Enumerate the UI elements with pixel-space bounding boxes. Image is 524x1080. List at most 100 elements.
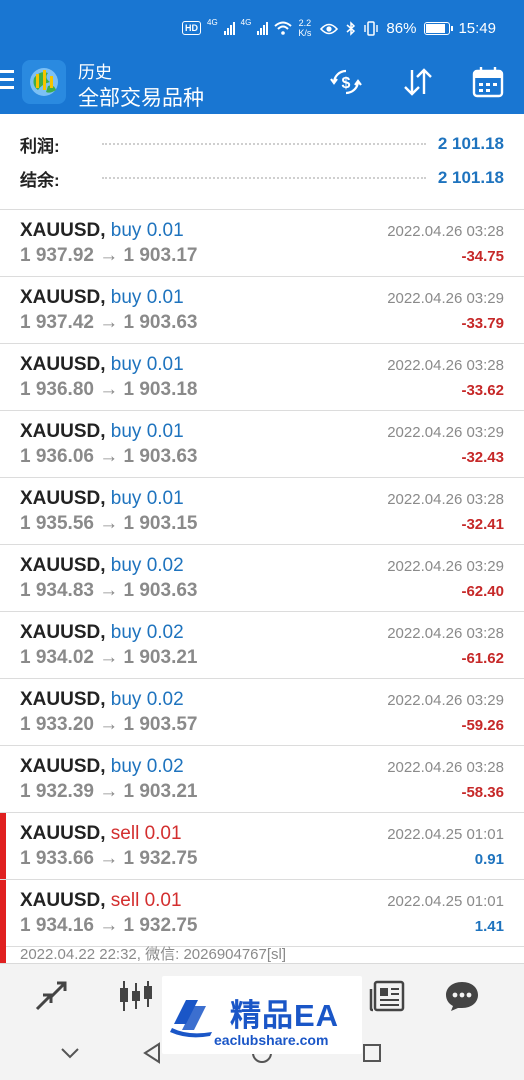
trade-symbol: XAUUSD, buy 0.02 [20, 622, 184, 644]
battery-percent: 86% [386, 20, 417, 37]
sort-icon [404, 68, 432, 96]
symbol-name: XAUUSD, [20, 421, 106, 442]
bluetooth-icon [346, 21, 356, 36]
order-comment: 2022.04.22 22:32, 微信: 2026904767[sl] [20, 946, 287, 963]
trade-row[interactable]: XAUUSD, buy 0.01 1 935.56 → 1 903.15 2022.… [0, 478, 524, 545]
trade-row[interactable]: XAUUSD, sell 0.01 1 933.66 → 1 932.75 2022… [0, 813, 524, 880]
trade-row[interactable]: XAUUSD, buy 0.01 1 936.06 → 1 903.63 2022.… [0, 411, 524, 478]
trade-row[interactable]: XAUUSD, buy 0.01 1 936.80 → 1 903.18 2022.… [0, 344, 524, 411]
trade-type-volume: sell 0.01 [110, 890, 182, 911]
network-speed-unit: K/s [298, 28, 312, 38]
calendar-icon [472, 67, 504, 98]
network-speed: 2.2 K/s [298, 18, 311, 38]
trade-row[interactable]: XAUUSD, sell 0.01 1 934.16 → 1 932.75 2022… [0, 880, 524, 947]
trade-symbol: XAUUSD, buy 0.01 [20, 488, 184, 510]
trade-symbol: XAUUSD, buy 0.02 [20, 756, 184, 778]
trade-type-volume: sell 0.01 [110, 823, 182, 844]
trade-row[interactable]: XAUUSD, buy 0.02 1 932.39 → 1 903.21 2022.… [0, 746, 524, 813]
dotted-leader [102, 143, 426, 145]
battery-icon [424, 22, 454, 35]
trade-prices: 1 932.39 → 1 903.21 [20, 781, 198, 802]
candlestick-chart-icon [120, 981, 152, 1011]
recents-button[interactable] [360, 1041, 384, 1065]
trade-type-volume: buy 0.01 [110, 488, 184, 509]
trade-type-volume: buy 0.02 [110, 555, 184, 576]
screen-title: 历史 [78, 63, 112, 82]
trade-time: 2022.04.26 03:29 [387, 424, 504, 441]
trade-type-volume: buy 0.01 [110, 287, 184, 308]
currency-filter-button[interactable]: $ [326, 62, 366, 102]
tab-charts[interactable] [114, 976, 158, 1016]
sim1-tag: 4G [207, 18, 218, 27]
trade-profit: -58.36 [461, 784, 504, 801]
trade-profit: -34.75 [461, 248, 504, 265]
trade-profit: -32.41 [461, 516, 504, 533]
trade-time: 2022.04.26 03:29 [387, 692, 504, 709]
hide-keyboard-button[interactable] [58, 1041, 82, 1065]
trade-row[interactable]: XAUUSD, buy 0.01 1 937.42 → 1 903.63 2022.… [0, 277, 524, 344]
symbol-filter-title[interactable]: 全部交易品种 [78, 82, 204, 112]
trade-time: 2022.04.26 03:28 [387, 223, 504, 240]
trade-row[interactable]: XAUUSD, buy 0.01 1 937.92 → 1 903.17 2022.… [0, 210, 524, 277]
tab-chat[interactable] [440, 976, 484, 1016]
trade-prices: 1 933.20 → 1 903.57 [20, 714, 198, 735]
symbol-name: XAUUSD, [20, 823, 106, 844]
clock: 15:49 [458, 20, 496, 37]
trade-row[interactable]: XAUUSD, buy 0.02 1 933.20 → 1 903.57 2022.… [0, 679, 524, 746]
trade-type-volume: buy 0.02 [110, 756, 184, 777]
trade-symbol: XAUUSD, buy 0.02 [20, 689, 184, 711]
trade-profit: -62.40 [461, 583, 504, 600]
trade-symbol: XAUUSD, buy 0.02 [20, 555, 184, 577]
trade-symbol: XAUUSD, buy 0.01 [20, 421, 184, 443]
trade-symbol: XAUUSD, buy 0.01 [20, 220, 184, 242]
tab-trade[interactable] [30, 976, 74, 1016]
trade-profit: 0.91 [474, 851, 504, 868]
status-right-group: 86% 15:49 [320, 20, 496, 37]
calendar-button[interactable] [468, 62, 508, 102]
watermark-url: eaclubshare.com [214, 1032, 329, 1048]
trade-profit: -33.62 [461, 382, 504, 399]
menu-icon[interactable] [0, 70, 14, 92]
symbol-name: XAUUSD, [20, 220, 106, 241]
trade-symbol: XAUUSD, buy 0.01 [20, 354, 184, 376]
sort-button[interactable] [398, 62, 438, 102]
balance-value: 2 101.18 [437, 168, 504, 187]
trade-prices: 1 936.06 → 1 903.63 [20, 446, 198, 467]
app-bar: 历史 全部交易品种 $ [0, 56, 524, 114]
balance-row: 结余: 2 101.18 [20, 163, 504, 193]
trade-profit: -32.43 [461, 449, 504, 466]
trade-profit: 1.41 [474, 918, 504, 935]
trade-time: 2022.04.25 01:01 [387, 893, 504, 910]
trade-time: 2022.04.26 03:28 [387, 491, 504, 508]
trade-symbol: XAUUSD, sell 0.01 [20, 823, 182, 845]
trade-time: 2022.04.26 03:29 [387, 290, 504, 307]
hide-keyboard-icon [61, 1048, 79, 1059]
trade-type-volume: buy 0.01 [110, 354, 184, 375]
trade-time: 2022.04.26 03:28 [387, 759, 504, 776]
status-bar: HD 4G 4G 2.2 K/s 86% 15:49 [0, 0, 524, 56]
status-left-group: HD 4G 4G 2.2 K/s [182, 18, 311, 38]
trade-row[interactable]: XAUUSD, buy 0.02 1 934.83 → 1 903.63 2022.… [0, 545, 524, 612]
trade-row[interactable]: XAUUSD, buy 0.02 1 934.02 → 1 903.21 2022.… [0, 612, 524, 679]
profit-label: 利润: [20, 136, 60, 156]
signal-icon [257, 21, 269, 35]
vibrate-icon [364, 21, 379, 36]
trade-arrows-icon [35, 981, 67, 1011]
back-button[interactable] [140, 1041, 164, 1065]
tab-news[interactable] [366, 976, 410, 1016]
summary-panel: 利润: 2 101.18 结余: 2 101.18 [0, 114, 524, 210]
sim2-tag: 4G [240, 18, 252, 27]
list-item-partial[interactable]: 2022.04.22 22:32, 微信: 2026904767[sl] [0, 943, 524, 963]
hd-voice-badge: HD [182, 21, 201, 35]
back-icon [143, 1042, 160, 1064]
trade-type-volume: buy 0.02 [110, 622, 184, 643]
trade-profit: -33.79 [461, 315, 504, 332]
trade-prices: 1 934.02 → 1 903.21 [20, 647, 198, 668]
watermark-logo: 精品EA eaclubshare.com [162, 976, 362, 1054]
trade-type-volume: buy 0.01 [110, 421, 184, 442]
trade-time: 2022.04.26 03:29 [387, 558, 504, 575]
trade-symbol: XAUUSD, buy 0.01 [20, 287, 184, 309]
trade-prices: 1 934.16 → 1 932.75 [20, 915, 198, 936]
eye-icon [320, 23, 339, 34]
dotted-leader [102, 177, 426, 179]
